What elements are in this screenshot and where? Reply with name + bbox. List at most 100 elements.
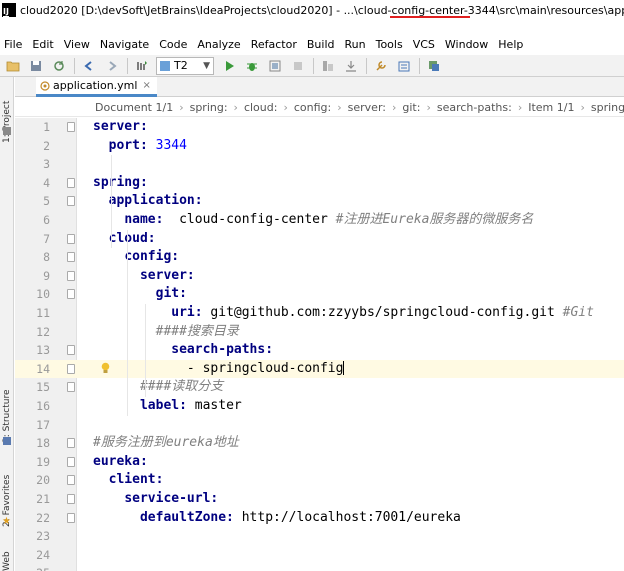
menu-view[interactable]: View <box>64 38 90 51</box>
code-line[interactable]: 19 eureka: <box>15 453 624 472</box>
open-folder-icon[interactable] <box>4 57 22 75</box>
breadcrumb-item[interactable]: Document 1/1 <box>95 101 173 114</box>
fold-marker-icon[interactable] <box>67 382 75 393</box>
breadcrumb-item[interactable]: config: <box>294 101 331 114</box>
breadcrumb-item[interactable]: server: <box>348 101 386 114</box>
fold-marker-icon[interactable] <box>67 345 75 356</box>
code-line[interactable]: 18 #服务注册到eureka地址 <box>15 434 624 453</box>
menu-bar: File Edit View Navigate Code Analyze Refactor B… <box>0 36 624 53</box>
yaml-key: service-url: <box>124 491 219 506</box>
menu-file[interactable]: File <box>4 38 22 51</box>
code-line[interactable]: 25 <box>15 564 624 571</box>
menu-refactor[interactable]: Refactor <box>251 38 297 51</box>
code-line[interactable]: 7 cloud: <box>15 230 624 249</box>
menu-navigate[interactable]: Navigate <box>100 38 149 51</box>
fold-marker-icon[interactable] <box>67 512 75 523</box>
fold-marker-icon[interactable] <box>67 363 75 374</box>
code-line[interactable]: 9 server: <box>15 267 624 286</box>
run-configuration-select[interactable]: T2 ▼ <box>156 56 214 75</box>
code-editor[interactable]: 1 server: 2 port: 3344 3 4 spring: 5 applicati… <box>15 118 624 571</box>
code-text: name: cloud-config-center #注册进Eureka服务器的… <box>93 211 533 230</box>
code-line[interactable]: 10 git: <box>15 285 624 304</box>
breadcrumb-item[interactable]: Item 1/1 <box>528 101 574 114</box>
code-line[interactable]: 16 label: master <box>15 397 624 416</box>
code-line[interactable]: 11 uri: git@github.com:zzyybs/springclou… <box>15 304 624 323</box>
line-number: 17 <box>36 417 50 432</box>
code-line[interactable]: 13 search-paths: <box>15 341 624 360</box>
coverage-icon[interactable] <box>266 57 284 75</box>
code-line[interactable]: 1 server: <box>15 118 624 137</box>
sdk-download-icon[interactable] <box>342 57 360 75</box>
sync-icon[interactable] <box>50 57 68 75</box>
settings-wrench-icon[interactable] <box>372 57 390 75</box>
fold-marker-icon[interactable] <box>67 270 75 281</box>
breadcrumb-item[interactable]: cloud: <box>244 101 278 114</box>
fold-marker-icon[interactable] <box>67 289 75 300</box>
menu-window[interactable]: Window <box>445 38 488 51</box>
code-line[interactable]: 5 application: <box>15 192 624 211</box>
code-line[interactable]: 17 <box>15 416 624 435</box>
fold-marker-icon[interactable] <box>67 196 75 207</box>
project-settings-icon[interactable] <box>395 57 413 75</box>
code-line[interactable]: 4 spring: <box>15 174 624 193</box>
breadcrumb-item[interactable]: git: <box>402 101 420 114</box>
line-number: 23 <box>36 529 50 544</box>
fold-marker-icon[interactable] <box>67 494 75 504</box>
project-structure-icon[interactable] <box>319 57 337 75</box>
stop-icon[interactable] <box>289 57 307 75</box>
back-icon[interactable] <box>80 57 98 75</box>
code-line[interactable]: 8 config: <box>15 248 624 267</box>
fold-marker-icon[interactable] <box>67 252 75 263</box>
close-tab-icon[interactable]: × <box>142 80 150 91</box>
fold-marker-icon[interactable] <box>67 177 75 188</box>
menu-edit[interactable]: Edit <box>32 38 53 51</box>
forward-icon[interactable] <box>103 57 121 75</box>
menu-help[interactable]: Help <box>498 38 523 51</box>
menu-analyze[interactable]: Analyze <box>197 38 240 51</box>
web-tool-button[interactable]: Web <box>0 545 14 571</box>
code-line[interactable]: 24 <box>15 546 624 565</box>
fold-marker-icon[interactable] <box>67 122 75 132</box>
build-icon[interactable] <box>133 57 151 75</box>
code-line[interactable]: 2 port: 3344 <box>15 137 624 156</box>
code-line[interactable]: 21 service-url: <box>15 490 624 509</box>
indent-guide <box>145 304 146 397</box>
code-line[interactable]: 15 ####读取分支 <box>15 378 624 397</box>
run-config-icon <box>160 60 170 71</box>
code-line[interactable]: 23 <box>15 527 624 546</box>
breadcrumb-item[interactable]: springclou <box>591 101 624 114</box>
vcs-icon[interactable] <box>425 57 443 75</box>
menu-tools[interactable]: Tools <box>376 38 403 51</box>
menu-code[interactable]: Code <box>159 38 187 51</box>
menu-run[interactable]: Run <box>345 38 366 51</box>
code-line[interactable]: 22 defaultZone: http://localhost:7001/eu… <box>15 509 624 528</box>
code-line[interactable]: 20 client: <box>15 471 624 490</box>
line-number: 5 <box>43 194 50 209</box>
breadcrumb-item[interactable]: search-paths: <box>437 101 512 114</box>
line-number: 3 <box>43 157 50 172</box>
structure-tool-button[interactable]: 2: Structure <box>0 379 14 444</box>
code-text: application: <box>93 192 203 211</box>
fold-marker-icon[interactable] <box>67 438 75 449</box>
menu-vcs[interactable]: VCS <box>413 38 435 51</box>
code-line[interactable]: 12 ####搜索目录 <box>15 323 624 342</box>
project-icon <box>3 127 11 135</box>
code-text: ####读取分支 <box>93 378 223 397</box>
yaml-value: git@github.com:zzyybs/springcloud-config… <box>202 305 563 320</box>
breadcrumb-separator: › <box>580 100 585 114</box>
code-line[interactable]: 6 name: cloud-config-center #注册进Eureka服务… <box>15 211 624 230</box>
save-all-icon[interactable] <box>27 57 45 75</box>
title-underline-mark <box>390 16 470 18</box>
debug-icon[interactable] <box>243 57 261 75</box>
fold-marker-icon[interactable] <box>67 233 75 244</box>
fold-marker-icon[interactable] <box>67 475 75 486</box>
breadcrumb-item[interactable]: spring: <box>190 101 228 114</box>
fold-marker-icon[interactable] <box>67 456 75 467</box>
tab-application-yml[interactable]: application.yml × <box>36 77 157 97</box>
code-line[interactable]: 3 <box>15 155 624 174</box>
menu-build[interactable]: Build <box>307 38 335 51</box>
run-icon[interactable] <box>220 57 238 75</box>
code-line[interactable]: 14 - springcloud-config <box>15 359 624 379</box>
